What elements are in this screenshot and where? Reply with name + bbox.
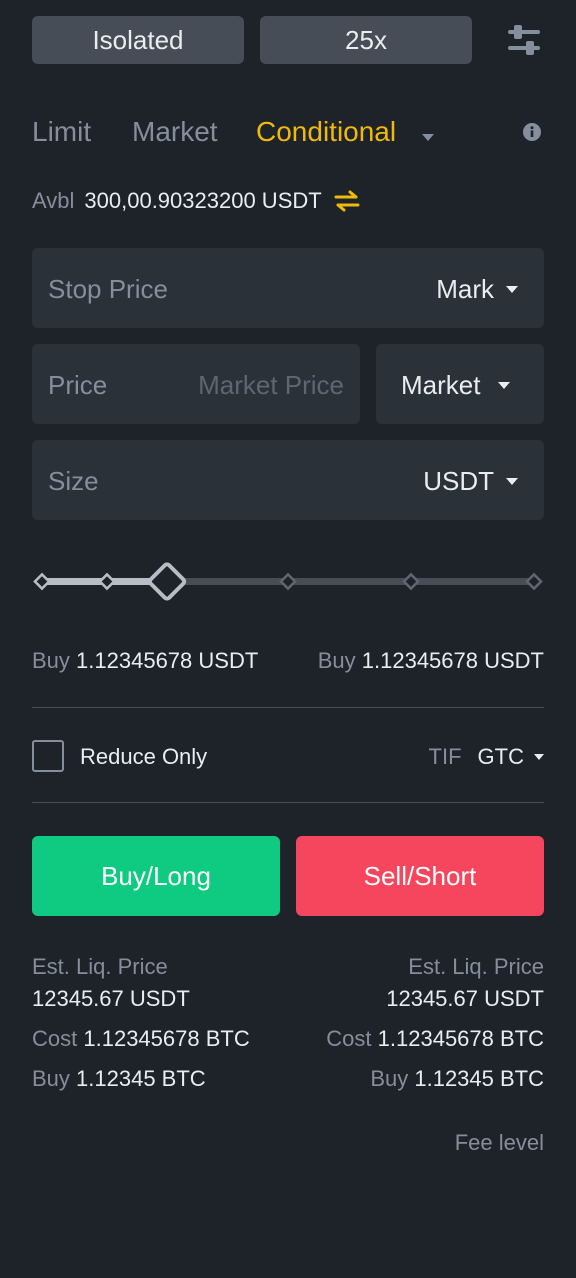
sell-short-button[interactable]: Sell/Short	[296, 836, 544, 916]
transfer-icon[interactable]	[334, 190, 360, 212]
buy-amount-long-label: Buy	[32, 1066, 70, 1091]
divider	[32, 802, 544, 803]
max-buy-short-value: 1.12345678 USDT	[361, 648, 544, 673]
stop-price-trigger-value: Mark	[436, 274, 494, 304]
slider-tick-0[interactable]	[33, 572, 51, 591]
available-value: 300,00.90323200 USDT	[84, 188, 322, 213]
tif-value: GTC	[477, 744, 524, 769]
buy-long-label: Buy/Long	[101, 860, 211, 891]
stop-price-trigger-select[interactable]: Mark	[436, 274, 518, 305]
buy-amount-short: Buy 1.12345 BTC	[370, 1064, 544, 1094]
max-buy-short: Buy 1.12345678 USDT	[318, 648, 544, 674]
chevron-down-icon	[498, 382, 511, 389]
buy-amount-long: Buy 1.12345 BTC	[32, 1064, 206, 1094]
max-buy-long-value: 1.12345678 USDT	[76, 648, 259, 673]
size-unit-value: USDT	[423, 466, 494, 496]
margin-mode-label: Isolated	[92, 24, 184, 55]
order-type-select[interactable]: Market	[376, 344, 544, 424]
reduce-only-checkbox[interactable]	[32, 740, 64, 772]
buy-amount-short-value: 1.12345 BTC	[414, 1066, 544, 1091]
stop-price-placeholder: Stop Price	[48, 274, 168, 304]
est-liq-price-label-long: Est. Liq. Price	[32, 954, 168, 979]
max-buy-long: Buy 1.12345678 USDT	[32, 648, 258, 674]
size-input[interactable]: Size USDT	[32, 440, 544, 520]
cost-short-label: Cost	[326, 1026, 372, 1051]
buy-long-button[interactable]: Buy/Long	[32, 836, 280, 916]
buy-amount-short-label: Buy	[370, 1066, 409, 1091]
tab-market[interactable]: Market	[132, 114, 218, 150]
tif-select[interactable]: TIF GTC	[429, 744, 544, 770]
settings-sliders-icon[interactable]	[506, 24, 542, 56]
cost-short-value: 1.12345678 BTC	[377, 1026, 544, 1051]
chevron-down-icon	[506, 286, 518, 293]
order-type-value: Market	[401, 370, 481, 400]
stop-price-input[interactable]: Stop Price Mark	[32, 248, 544, 328]
tab-conditional[interactable]: Conditional	[256, 114, 396, 150]
chevron-down-icon	[506, 478, 518, 485]
cost-long-value: 1.12345678 BTC	[83, 1026, 250, 1051]
leverage-button[interactable]: 25x	[260, 16, 472, 64]
available-balance-row: Avbl 300,00.90323200 USDT	[32, 188, 360, 214]
size-placeholder: Size	[48, 466, 99, 496]
conditional-dropdown-caret-icon[interactable]	[422, 128, 434, 146]
slider-tick-75[interactable]	[402, 572, 420, 591]
cost-short: Cost 1.12345678 BTC	[326, 1024, 544, 1054]
reduce-only-label: Reduce Only	[80, 744, 208, 769]
tab-limit[interactable]: Limit	[32, 114, 91, 150]
cost-long-label: Cost	[32, 1026, 78, 1051]
size-unit-select[interactable]: USDT	[423, 466, 518, 497]
price-label: Price	[48, 370, 108, 400]
cost-long: Cost 1.12345678 BTC	[32, 1024, 250, 1054]
divider	[32, 707, 544, 708]
max-buy-short-label: Buy	[317, 648, 356, 673]
leverage-label: 25x	[345, 24, 387, 55]
max-buy-long-label: Buy	[32, 648, 70, 673]
sell-short-label: Sell/Short	[363, 860, 477, 891]
available-label: Avbl	[32, 188, 75, 213]
slider-tick-100[interactable]	[525, 572, 543, 591]
slider-tick-50[interactable]	[279, 572, 297, 591]
margin-mode-button[interactable]: Isolated	[32, 16, 244, 64]
est-liq-price-value-long: 12345.67 USDT	[32, 986, 190, 1011]
est-liq-price-label-short: Est. Liq. Price	[408, 954, 544, 979]
amount-slider[interactable]	[32, 560, 548, 604]
slider-thumb[interactable]	[147, 562, 187, 601]
info-icon[interactable]	[522, 122, 542, 147]
price-input[interactable]: Price Market Price	[32, 344, 360, 424]
tif-label: TIF	[428, 744, 462, 769]
est-liq-price-value-short: 12345.67 USDT	[386, 986, 544, 1011]
fee-level-link[interactable]: Fee level	[455, 1128, 544, 1158]
chevron-down-icon	[534, 754, 544, 760]
price-placeholder: Market Price	[198, 370, 344, 400]
buy-amount-long-value: 1.12345 BTC	[76, 1066, 206, 1091]
slider-tick-marker	[98, 572, 116, 591]
